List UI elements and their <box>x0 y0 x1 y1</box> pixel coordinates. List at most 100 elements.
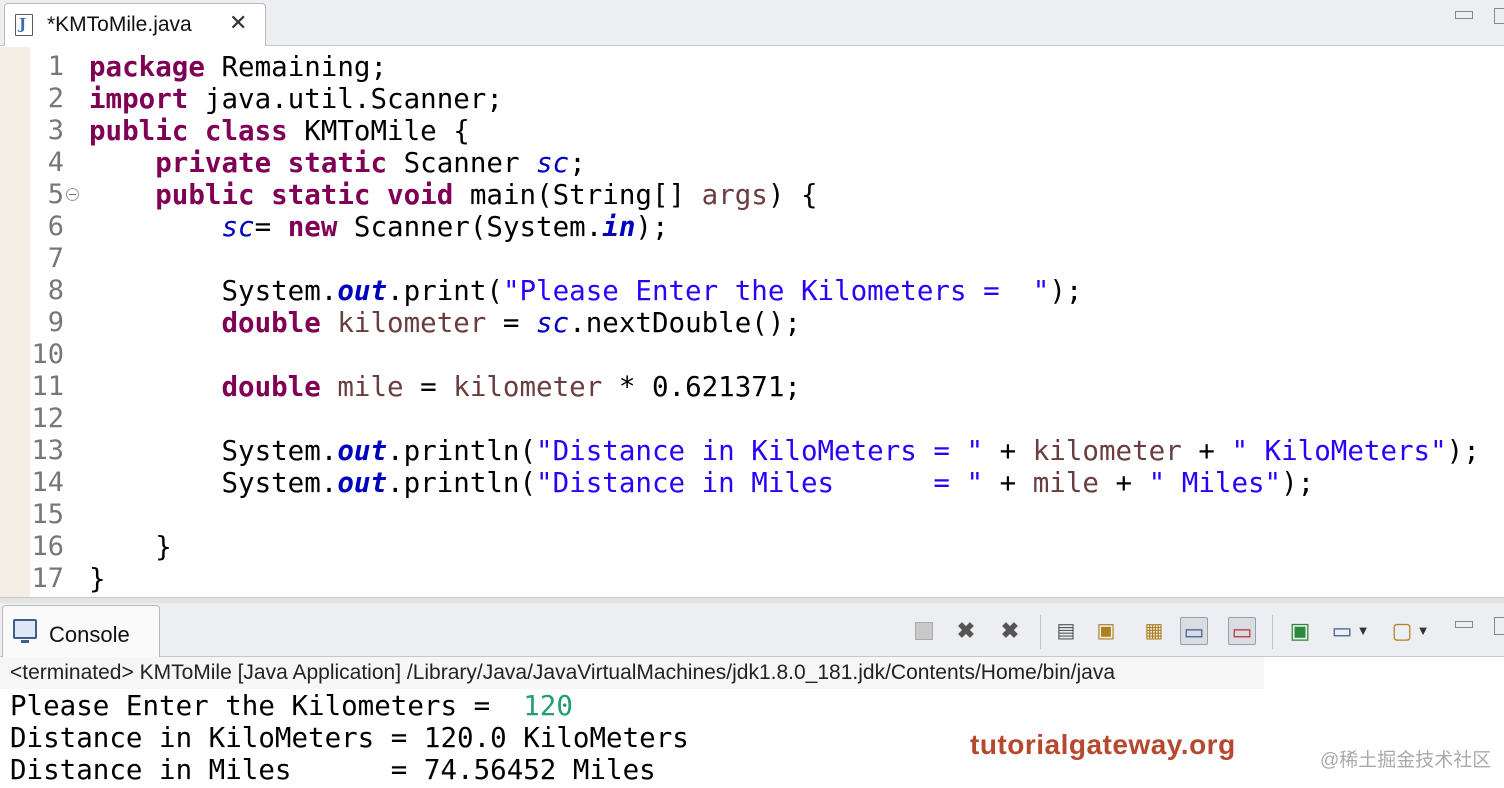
code-line[interactable]: 5 public static void main(String[] args)… <box>0 179 1504 211</box>
minimize-icon[interactable] <box>1455 621 1473 628</box>
code-token: ; <box>569 147 586 179</box>
code-token: ) { <box>767 179 818 211</box>
open-console-icon[interactable]: ▢ <box>1388 617 1416 645</box>
keyword-token: public <box>155 179 255 211</box>
console-user-input: 120 <box>523 690 573 722</box>
code-token: .nextDouble(); <box>569 307 801 339</box>
code-line[interactable]: 7 <box>0 243 1504 275</box>
code-line[interactable]: 16 } <box>0 531 1504 563</box>
code-token: = <box>403 371 454 403</box>
community-watermark: @稀土掘金技术社区 <box>1320 750 1492 771</box>
console-tab[interactable]: Console <box>2 605 160 657</box>
line-number: 15 <box>31 499 64 530</box>
code-line[interactable]: 12 <box>0 403 1504 435</box>
code-token: Scanner <box>387 147 537 179</box>
code-line[interactable]: 1 package Remaining; <box>0 51 1504 83</box>
code-text: public class KMToMile { <box>89 115 470 147</box>
code-token: Remaining; <box>204 51 388 83</box>
line-number: 8 <box>47 275 64 306</box>
console-output-line: Please Enter the Kilometers = 120 <box>10 690 573 722</box>
code-line[interactable]: 14 System.out.println("Distance in Miles… <box>0 467 1504 499</box>
line-number: 14 <box>31 467 64 498</box>
code-line[interactable]: 10 <box>0 339 1504 371</box>
display-console-dropdown-icon[interactable]: ▼ <box>1356 617 1370 645</box>
keyword-token: double <box>221 307 321 339</box>
pin-console-icon[interactable]: ▣ <box>1286 617 1314 645</box>
code-token: .println( <box>387 467 537 499</box>
code-editor[interactable]: 1 package Remaining; 2 import java.util.Sca… <box>0 47 1504 597</box>
code-line[interactable]: 6 sc= new Scanner(System.in); <box>0 211 1504 243</box>
toolbar-separator <box>1272 615 1273 649</box>
editor-tab-bar: J *KMToMile.java ✕ <box>0 0 1504 46</box>
keyword-token: void <box>387 179 454 211</box>
code-token: System. <box>89 435 338 467</box>
console-status-filler <box>1264 657 1504 689</box>
line-number: 17 <box>31 563 64 594</box>
console-status-line: <terminated> KMToMile [Java Application]… <box>0 657 1264 689</box>
keyword-token: package <box>89 51 205 83</box>
variable-token: mile <box>337 371 404 403</box>
keyword-token: import <box>89 83 189 115</box>
maximize-editor-icon[interactable] <box>1494 8 1504 24</box>
code-token: Scanner(System. <box>337 211 603 243</box>
field-token: sc <box>221 211 255 243</box>
code-text: System.out.println("Distance in Miles = … <box>89 467 1314 499</box>
code-text: public static void main(String[] args) { <box>89 179 818 211</box>
editor-tab-kmtomile[interactable]: J *KMToMile.java ✕ <box>4 3 266 46</box>
code-token: System. <box>89 467 338 499</box>
code-text: double kilometer = sc.nextDouble(); <box>89 307 801 339</box>
code-line[interactable]: 15 <box>0 499 1504 531</box>
scroll-lock-icon[interactable]: ▣ <box>1092 617 1120 645</box>
field-token: out <box>337 275 388 307</box>
variable-token: kilometer <box>453 371 603 403</box>
remove-all-terminated-icon[interactable]: ✖ <box>996 617 1024 645</box>
line-number: 5 <box>47 179 64 210</box>
word-wrap-icon[interactable]: ▦ <box>1140 617 1168 645</box>
code-token: } <box>89 531 172 563</box>
clear-console-icon[interactable]: ▤ <box>1052 617 1080 645</box>
code-token: ); <box>1446 435 1480 467</box>
remove-launch-icon[interactable]: ✖ <box>952 617 980 645</box>
open-console-dropdown-icon[interactable]: ▼ <box>1416 617 1430 645</box>
string-token: " KiloMeters" <box>1231 435 1447 467</box>
code-line[interactable]: 2 import java.util.Scanner; <box>0 83 1504 115</box>
code-line[interactable]: 11 double mile = kilometer * 0.621371; <box>0 371 1504 403</box>
terminate-icon[interactable] <box>910 617 938 645</box>
code-token: + <box>983 435 1033 467</box>
code-token: * 0.621371; <box>602 371 801 403</box>
field-token: out <box>337 467 388 499</box>
line-number: 10 <box>31 339 64 370</box>
code-line[interactable]: 17} <box>0 563 1504 595</box>
line-number: 6 <box>47 211 64 242</box>
minimize-editor-icon[interactable] <box>1455 11 1473 19</box>
code-token: ); <box>1281 467 1315 499</box>
toolbar-separator <box>1040 615 1041 649</box>
maximize-icon[interactable] <box>1494 617 1504 635</box>
code-line[interactable]: 13 System.out.println("Distance in KiloM… <box>0 435 1504 467</box>
code-token: = <box>486 307 537 339</box>
keyword-token: new <box>287 211 338 243</box>
code-line[interactable]: 3 public class KMToMile { <box>0 115 1504 147</box>
fold-collapse-icon[interactable] <box>66 188 79 201</box>
code-line[interactable]: 8 System.out.print("Please Enter the Kil… <box>0 275 1504 307</box>
close-tab-icon[interactable]: ✕ <box>229 10 247 36</box>
console-output[interactable]: Please Enter the Kilometers = 120 Distan… <box>0 689 1504 788</box>
keyword-token: public <box>89 115 189 147</box>
code-token: System. <box>89 275 338 307</box>
string-token: "Distance in Miles = " <box>536 467 984 499</box>
show-on-stdout-icon[interactable]: ▭ <box>1180 617 1208 645</box>
keyword-token: private <box>155 147 272 179</box>
console-tab-bar: Console ✖ ✖ ▤ ▣ ▦ ▭ ▭ ▣ ▭ ▼ ▢ ▼ <box>0 603 1504 657</box>
code-line[interactable]: 4 private static Scanner sc; <box>0 147 1504 179</box>
display-console-icon[interactable]: ▭ <box>1328 617 1356 645</box>
show-on-stderr-icon[interactable]: ▭ <box>1228 617 1256 645</box>
code-line[interactable]: 9 double kilometer = sc.nextDouble(); <box>0 307 1504 339</box>
